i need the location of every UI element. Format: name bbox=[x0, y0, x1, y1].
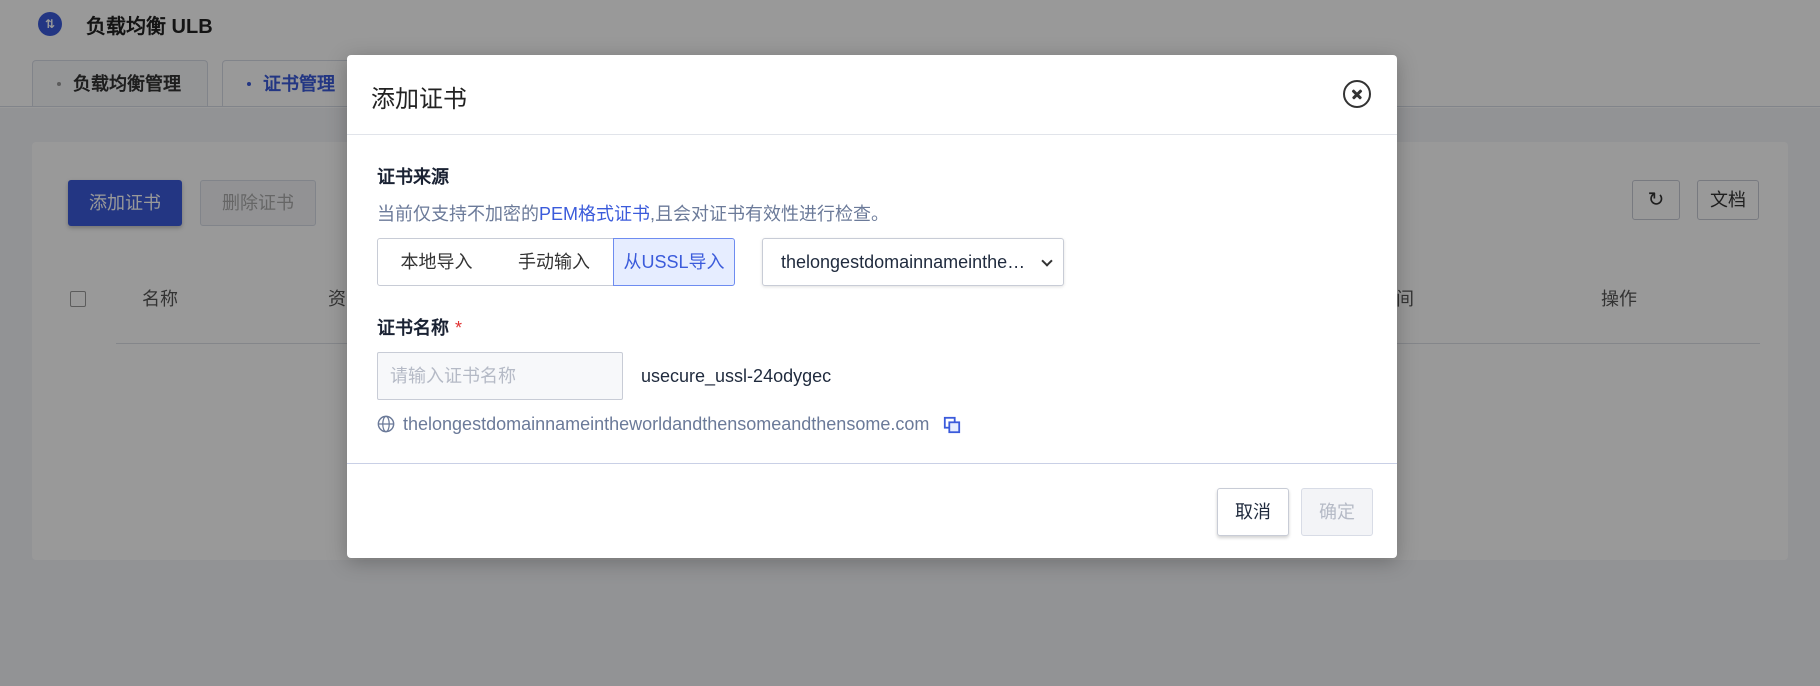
cert-domain: thelongestdomainnameintheworldandthensom… bbox=[403, 414, 930, 434]
modal-title: 添加证书 bbox=[371, 86, 467, 113]
cert-source-label: 证书来源 bbox=[377, 167, 449, 187]
close-icon[interactable] bbox=[1343, 80, 1371, 108]
chevron-down-icon bbox=[1041, 255, 1053, 267]
hint-prefix: 当前仅支持不加密的 bbox=[377, 204, 539, 224]
cert-name-label: 证书名称 * bbox=[377, 314, 462, 340]
cert-format-hint: 当前仅支持不加密的PEM格式证书,且会对证书有效性进行检查。 bbox=[377, 200, 889, 226]
source-option-local-import[interactable]: 本地导入 bbox=[377, 238, 496, 286]
ussl-select-value: thelongestdomainnameintheworldandthensom… bbox=[781, 252, 1031, 272]
source-option-manual-input[interactable]: 手动输入 bbox=[495, 238, 614, 286]
add-cert-modal: 添加证书 证书来源 当前仅支持不加密的PEM格式证书,且会对证书有效性进行检查。… bbox=[347, 55, 1397, 558]
hint-suffix: ,且会对证书有效性进行检查。 bbox=[650, 204, 890, 224]
copy-icon[interactable] bbox=[943, 416, 961, 434]
required-mark: * bbox=[455, 318, 463, 338]
modal-footer-divider bbox=[347, 463, 1397, 464]
globe-icon bbox=[377, 415, 395, 433]
cancel-button[interactable]: 取消 bbox=[1217, 488, 1289, 536]
confirm-button: 确定 bbox=[1301, 488, 1373, 536]
modal-header: 添加证书 bbox=[347, 55, 1397, 135]
cert-name-label-text: 证书名称 bbox=[377, 318, 449, 338]
cert-name-input[interactable] bbox=[377, 352, 623, 400]
pem-format-link[interactable]: PEM格式证书 bbox=[539, 204, 650, 224]
cert-name-suffix: usecure_ussl-24odygec bbox=[641, 366, 832, 386]
ussl-cert-select[interactable]: thelongestdomainnameintheworldandthensom… bbox=[762, 238, 1064, 286]
source-option-ussl-import[interactable]: 从USSL导入 bbox=[613, 238, 735, 286]
